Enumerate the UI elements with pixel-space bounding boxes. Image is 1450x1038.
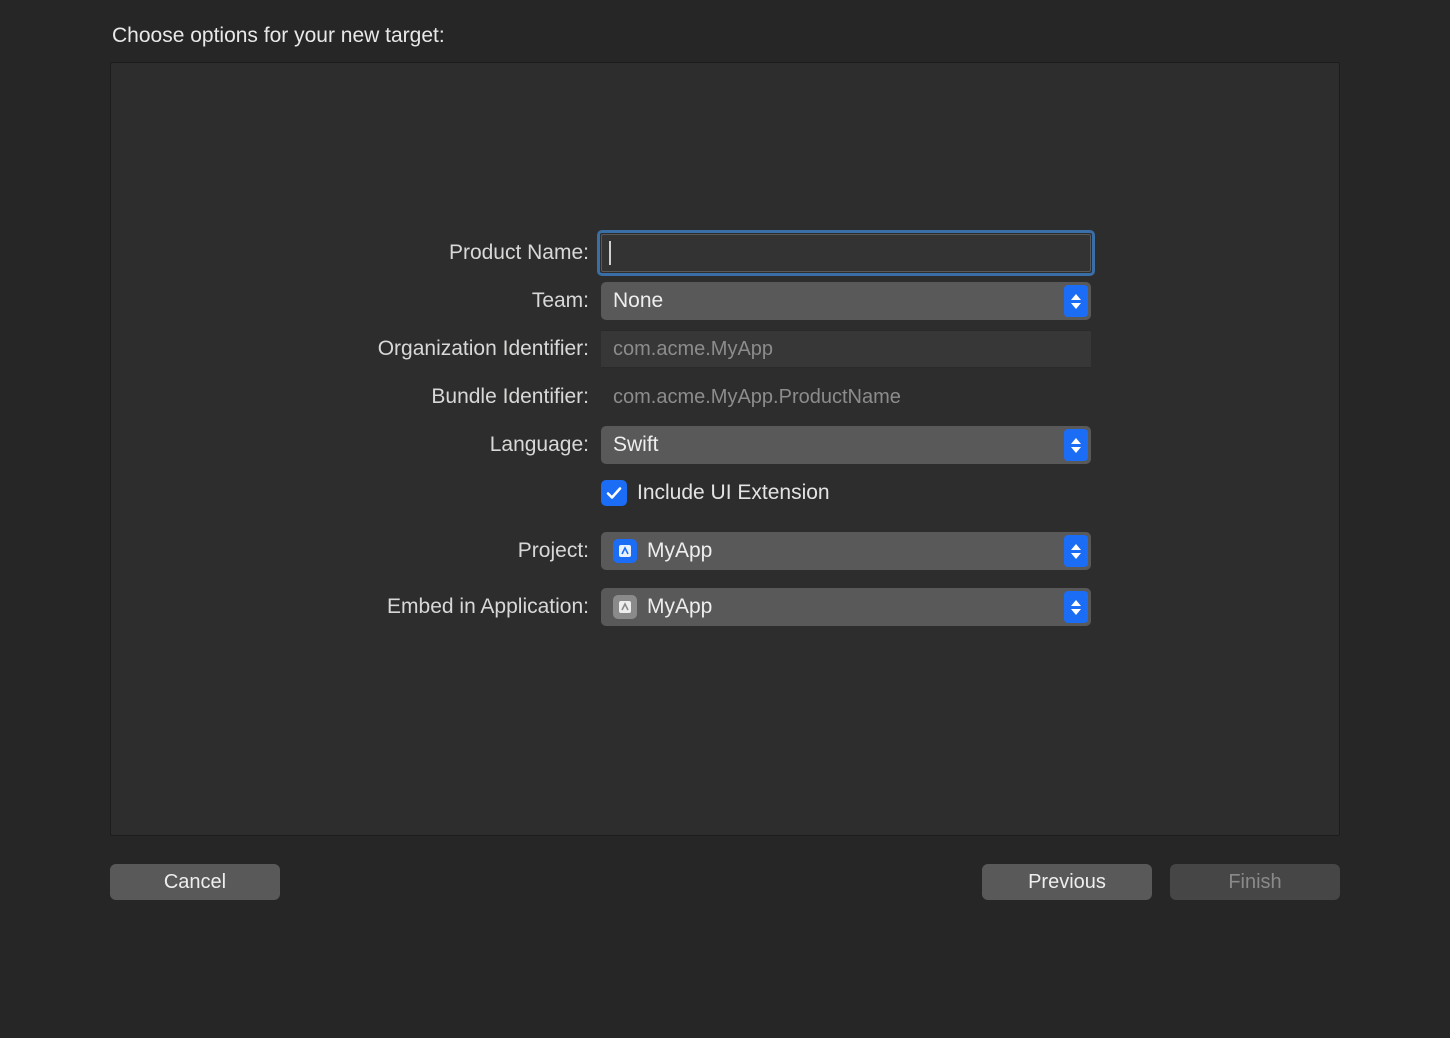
project-popup[interactable]: MyApp	[601, 532, 1091, 570]
project-value: MyApp	[647, 539, 712, 563]
dialog-title: Choose options for your new target:	[110, 18, 1340, 62]
row-language: Language: Swift	[111, 425, 1339, 465]
org-id-field[interactable]: com.acme.MyApp	[601, 330, 1091, 368]
team-label: Team:	[111, 289, 601, 313]
options-form: Product Name: Team: None	[111, 233, 1339, 643]
row-include-ui-ext: Include UI Extension	[111, 473, 1339, 513]
language-label: Language:	[111, 433, 601, 457]
language-popup[interactable]: Swift	[601, 426, 1091, 464]
chevron-up-down-icon	[1064, 591, 1088, 623]
team-popup[interactable]: None	[601, 282, 1091, 320]
chevron-up-down-icon	[1064, 535, 1088, 567]
checkmark-icon	[605, 484, 623, 502]
app-icon	[613, 595, 637, 619]
project-label: Project:	[111, 539, 601, 563]
org-id-value: com.acme.MyApp	[613, 338, 773, 361]
text-caret	[609, 241, 611, 265]
button-bar: Cancel Previous Finish	[110, 836, 1340, 900]
button-bar-right: Previous Finish	[982, 864, 1340, 900]
include-ui-ext-label: Include UI Extension	[637, 481, 830, 505]
previous-button[interactable]: Previous	[982, 864, 1152, 900]
row-project: Project: MyApp	[111, 531, 1339, 571]
row-org-id: Organization Identifier: com.acme.MyApp	[111, 329, 1339, 369]
new-target-options-dialog: Choose options for your new target: Prod…	[80, 0, 1370, 930]
bundle-id-label: Bundle Identifier:	[111, 385, 601, 409]
xcode-project-icon	[613, 539, 637, 563]
embed-popup[interactable]: MyApp	[601, 588, 1091, 626]
chevron-up-down-icon	[1064, 429, 1088, 461]
options-panel: Product Name: Team: None	[110, 62, 1340, 836]
language-value: Swift	[613, 433, 659, 457]
include-ui-ext-checkbox[interactable]: Include UI Extension	[601, 474, 1091, 512]
org-id-label: Organization Identifier:	[111, 337, 601, 361]
finish-button[interactable]: Finish	[1170, 864, 1340, 900]
embed-label: Embed in Application:	[111, 595, 601, 619]
product-name-label: Product Name:	[111, 241, 601, 265]
embed-value: MyApp	[647, 595, 712, 619]
row-embed: Embed in Application: MyApp	[111, 587, 1339, 627]
product-name-control	[601, 234, 1091, 272]
bundle-id-value: com.acme.MyApp.ProductName	[601, 378, 1091, 416]
checkbox-box	[601, 480, 627, 506]
row-bundle-id: Bundle Identifier: com.acme.MyApp.Produc…	[111, 377, 1339, 417]
row-team: Team: None	[111, 281, 1339, 321]
product-name-input[interactable]	[601, 234, 1091, 272]
team-value: None	[613, 289, 663, 313]
chevron-up-down-icon	[1064, 285, 1088, 317]
row-product-name: Product Name:	[111, 233, 1339, 273]
cancel-button[interactable]: Cancel	[110, 864, 280, 900]
